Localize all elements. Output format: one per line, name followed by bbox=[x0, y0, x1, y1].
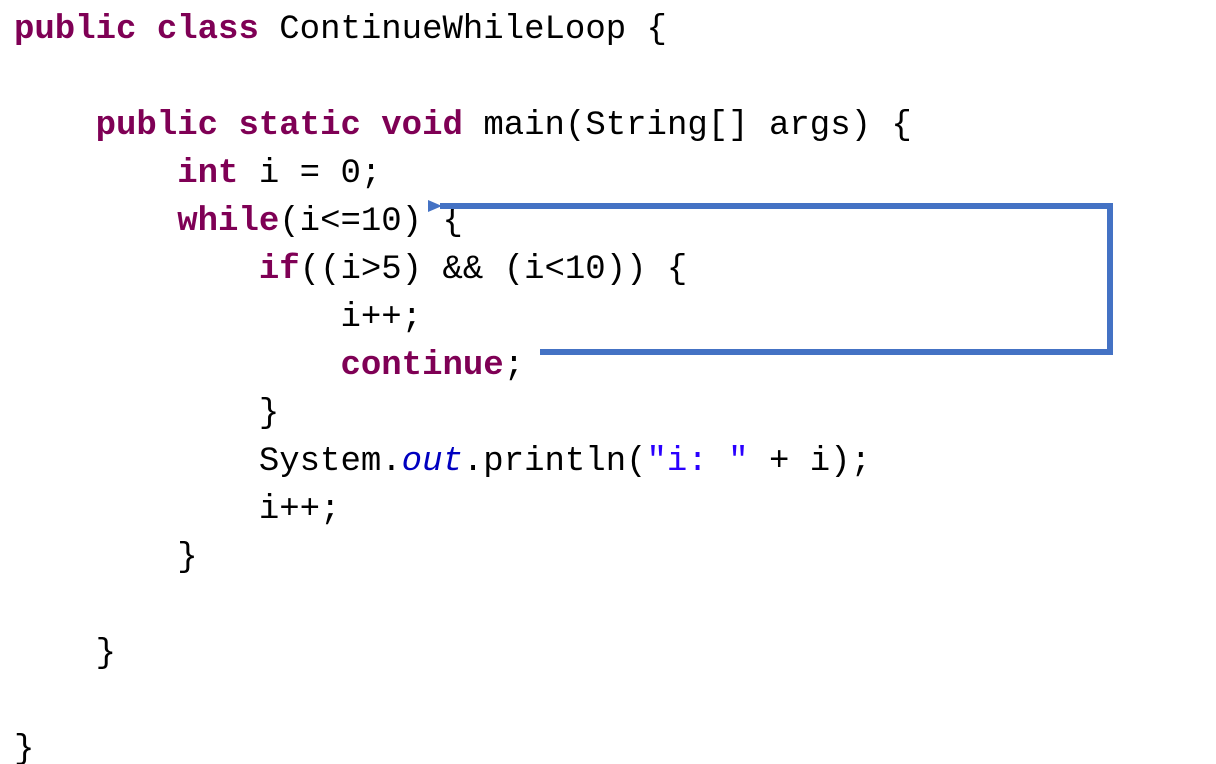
param-name: args bbox=[769, 107, 851, 145]
string-literal: "i: " bbox=[647, 443, 749, 481]
semicolon: ; bbox=[504, 347, 524, 385]
brace-close: } bbox=[96, 635, 116, 673]
method-name: main bbox=[483, 107, 565, 145]
if-cond: ((i>5) && (i<10)) { bbox=[300, 251, 688, 289]
keyword-if: if bbox=[259, 251, 300, 289]
keyword-public: public bbox=[96, 107, 218, 145]
out-field: out bbox=[402, 443, 463, 481]
keyword-public: public bbox=[14, 11, 136, 49]
system-ref: System. bbox=[259, 443, 402, 481]
code-block: public class ContinueWhileLoop { public … bbox=[0, 0, 1216, 764]
keyword-void: void bbox=[381, 107, 463, 145]
brace-close: } bbox=[14, 731, 34, 764]
println-call: .println( bbox=[463, 443, 647, 481]
keyword-class: class bbox=[157, 11, 259, 49]
increment-stmt: i++; bbox=[259, 491, 341, 529]
class-name: ContinueWhileLoop bbox=[279, 11, 626, 49]
assign-zero: = 0; bbox=[279, 155, 381, 193]
brace-close: } bbox=[259, 395, 279, 433]
keyword-while: while bbox=[177, 203, 279, 241]
plus-i: + i); bbox=[749, 443, 871, 481]
param-type: String[] bbox=[585, 107, 748, 145]
brace-close: } bbox=[177, 539, 197, 577]
var-i: i bbox=[259, 155, 279, 193]
keyword-continue: continue bbox=[340, 347, 503, 385]
keyword-int: int bbox=[177, 155, 238, 193]
while-cond: (i<=10) { bbox=[279, 203, 463, 241]
keyword-static: static bbox=[238, 107, 360, 145]
brace-open: { bbox=[626, 11, 667, 49]
increment-stmt: i++; bbox=[340, 299, 422, 337]
